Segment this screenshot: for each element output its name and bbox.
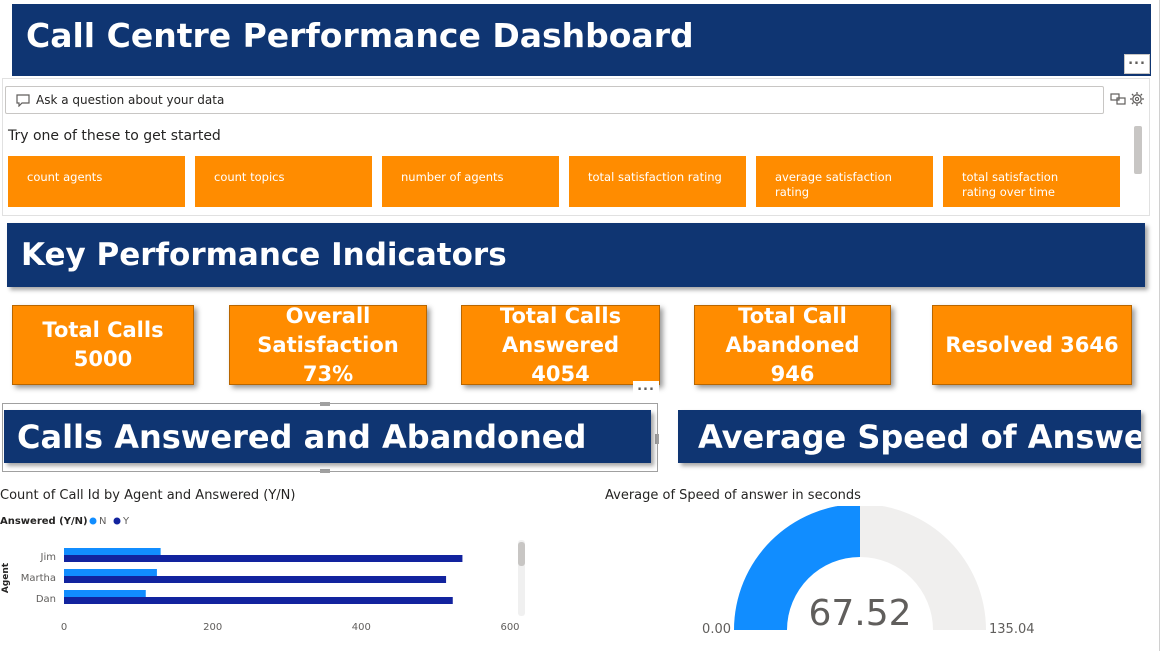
y-axis-title: Agent: [1, 562, 11, 593]
legend-marker-n: [89, 517, 97, 525]
gauge-value-label: 67.52: [808, 593, 911, 634]
resize-handle[interactable]: [320, 469, 330, 473]
chart-scroll-thumb[interactable]: [518, 542, 525, 566]
gauge-chart: 67.52 0.00 135.04: [702, 506, 1035, 637]
qa-visual: Ask a question about your data Try one o…: [2, 78, 1150, 216]
qa-search-input[interactable]: Ask a question about your data: [5, 86, 1104, 114]
kpi-more-options-button[interactable]: ...: [633, 380, 659, 397]
bar-n-dan[interactable]: [64, 590, 146, 597]
suggestion-chip[interactable]: average satisfaction rating: [756, 156, 933, 207]
suggestion-chip[interactable]: count agents: [8, 156, 185, 207]
answered-abandoned-title: Calls Answered and Abandoned: [17, 417, 587, 456]
kpi-card-calls-answered: Total Calls Answered 4054: [461, 304, 660, 386]
legend-label-y[interactable]: Y: [122, 516, 130, 527]
title-more-options-button[interactable]: ...: [1124, 54, 1150, 74]
gauge-min-label: 0.00: [702, 622, 731, 637]
bar-chart: Answered (Y/N) N Y Agent Jim Martha Dan 0 20…: [0, 516, 525, 633]
bar-y-martha[interactable]: [64, 576, 447, 583]
gauge-chart-title: Average of Speed of answer in seconds: [605, 488, 861, 503]
x-tick-label: 200: [203, 622, 222, 633]
suggestion-chip[interactable]: total satisfaction rating over time: [943, 156, 1120, 207]
bar-n-jim[interactable]: [64, 548, 161, 555]
resize-handle[interactable]: [320, 402, 330, 406]
dashboard-title-banner: Call Centre Performance Dashboard: [12, 4, 1151, 76]
bar-y-dan[interactable]: [64, 597, 453, 604]
category-label: Dan: [36, 594, 56, 605]
resize-handle[interactable]: [655, 434, 659, 444]
x-tick-label: 600: [500, 622, 519, 633]
gauge-max-label: 135.04: [989, 622, 1035, 637]
answered-abandoned-banner: Calls Answered and Abandoned: [4, 410, 651, 463]
kpi-section-title: Key Performance Indicators: [21, 237, 507, 273]
legend-title: Answered (Y/N): [0, 516, 88, 527]
speech-bubble-icon: [16, 93, 30, 107]
bar-chart-title: Count of Call Id by Agent and Answered (…: [0, 488, 296, 503]
bar-n-martha[interactable]: [64, 569, 157, 576]
legend-marker-y: [113, 517, 121, 525]
kpi-card-calls-abandoned: Total Call Abandoned 946: [694, 304, 891, 386]
kpi-card-resolved: Resolved 3646: [932, 305, 1132, 385]
qa-prompt: Try one of these to get started: [8, 128, 221, 144]
legend-label-n[interactable]: N: [99, 516, 106, 527]
qa-scrollbar[interactable]: [1134, 126, 1142, 174]
page-border: [1159, 0, 1160, 651]
category-label: Jim: [40, 552, 56, 563]
kpi-card-satisfaction: Overall Satisfaction 73%: [229, 304, 427, 386]
speed-banner: Average Speed of Answer: [678, 410, 1141, 463]
kpi-section-banner: Key Performance Indicators: [7, 223, 1145, 287]
x-tick-label: 0: [61, 622, 67, 633]
kpi-card-total-calls: Total Calls 5000: [12, 305, 194, 385]
bar-y-jim[interactable]: [64, 555, 463, 562]
qa-placeholder: Ask a question about your data: [36, 93, 225, 107]
gear-icon[interactable]: [1129, 91, 1145, 107]
suggestion-chip[interactable]: total satisfaction rating: [569, 156, 746, 207]
suggestion-chip[interactable]: count topics: [195, 156, 372, 207]
dashboard-title: Call Centre Performance Dashboard: [26, 16, 694, 55]
speed-title: Average Speed of Answer: [698, 417, 1141, 456]
category-label: Martha: [21, 573, 56, 584]
suggestion-chip[interactable]: number of agents: [382, 156, 559, 207]
x-tick-label: 400: [352, 622, 371, 633]
convert-visual-icon[interactable]: [1110, 91, 1126, 107]
